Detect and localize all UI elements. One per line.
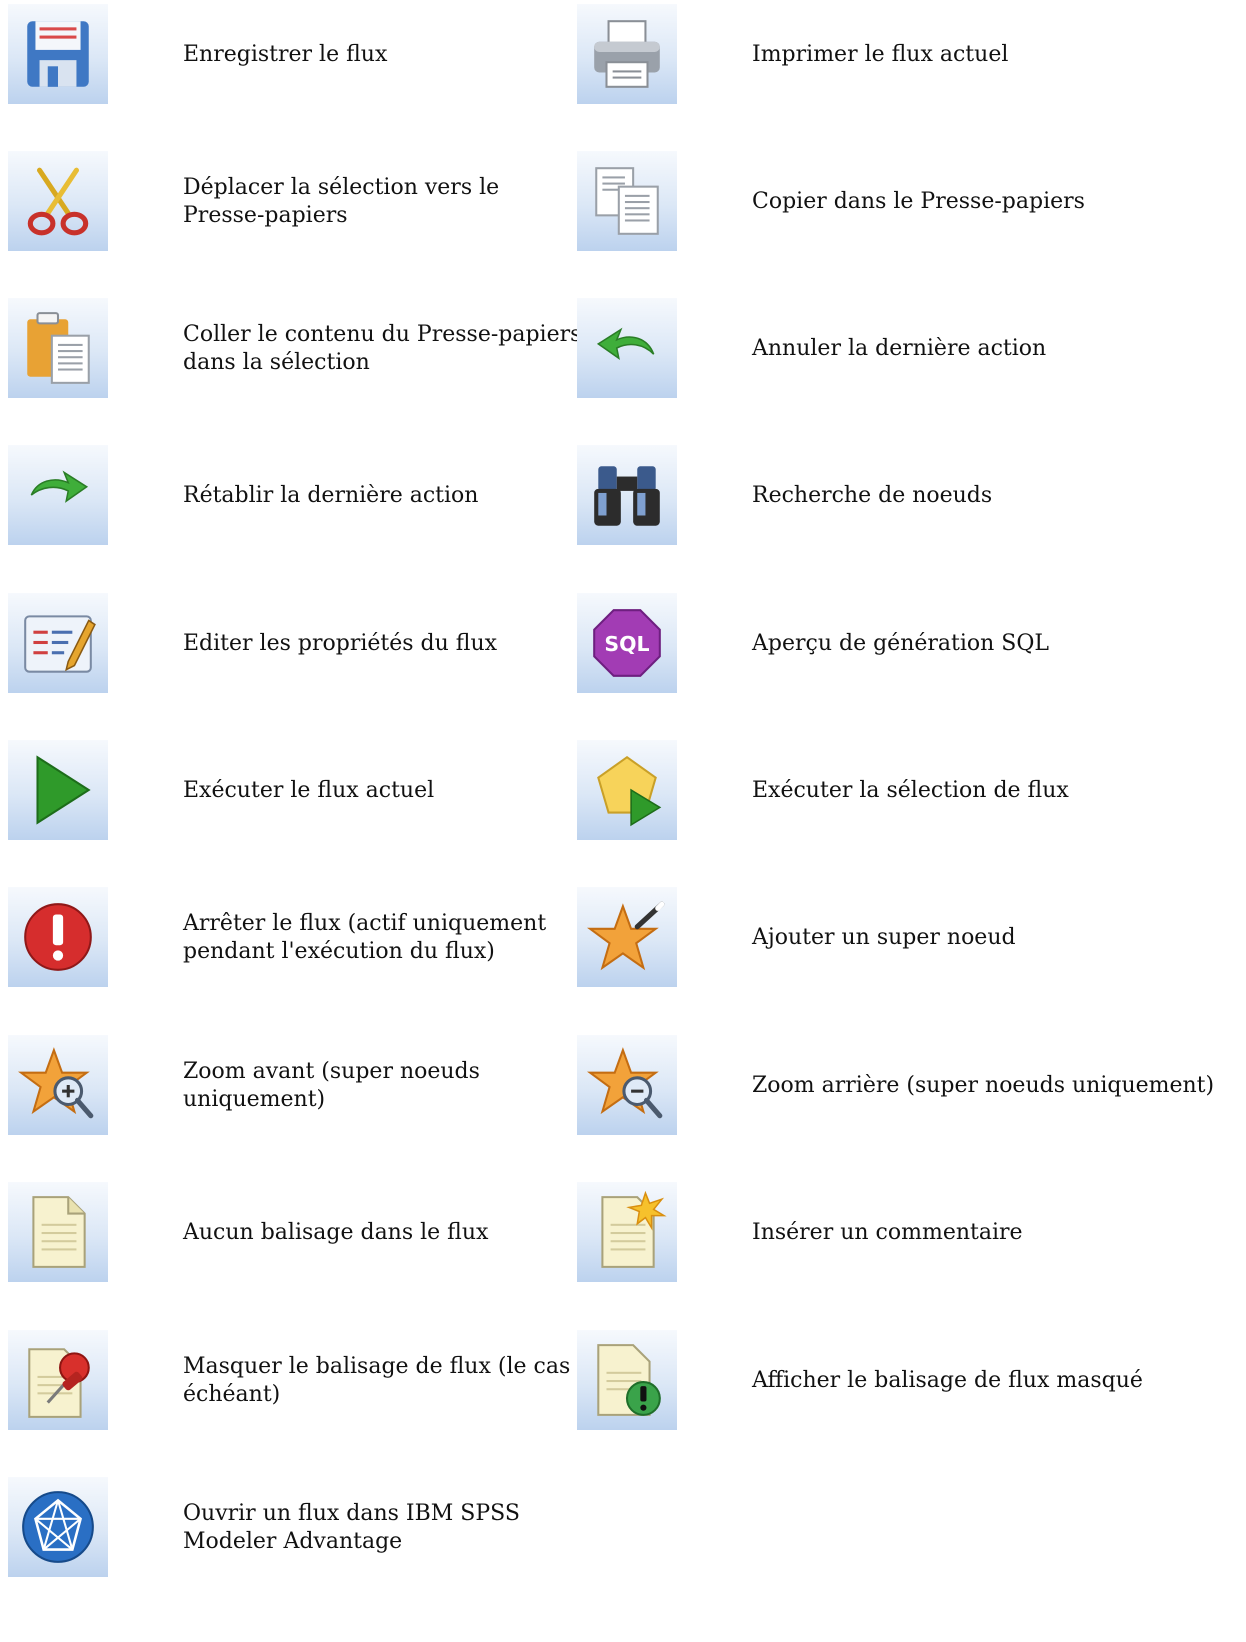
- show-markup-button[interactable]: [577, 1330, 677, 1430]
- edit-properties-label: Editer les propriétés du flux: [183, 631, 498, 656]
- zoom-out-icon: [586, 1047, 663, 1119]
- cut-item: Déplacer la sélection vers le Presse-pap…: [8, 151, 623, 253]
- binoculars-icon: [594, 466, 660, 526]
- edit-properties-button[interactable]: [8, 593, 108, 693]
- save-button[interactable]: [8, 4, 108, 104]
- cut-label: Déplacer la sélection vers le Presse-pap…: [183, 175, 500, 228]
- redo-label: Rétablir la dernière action: [183, 483, 479, 508]
- no-markup-icon: [32, 1196, 86, 1268]
- print-item: Imprimer le flux actuel: [577, 4, 1192, 106]
- run-label: Exécuter le flux actuel: [183, 778, 435, 803]
- modeler-advantage-button[interactable]: [8, 1477, 108, 1577]
- hide-markup-item: Masquer le balisage de flux (le cas éché…: [8, 1330, 623, 1432]
- redo-button[interactable]: [8, 445, 108, 545]
- sql-badge-text: SQL: [604, 632, 649, 656]
- modeler-advantage-label: Ouvrir un flux dans IBM SPSS Modeler Adv…: [183, 1501, 520, 1554]
- supernode-icon: [586, 901, 665, 971]
- run-button[interactable]: [8, 740, 108, 840]
- modeler-advantage-icon: [22, 1491, 94, 1563]
- find-nodes-item: Recherche de noeuds: [577, 445, 1192, 547]
- insert-comment-label: Insérer un commentaire: [752, 1220, 1023, 1245]
- cut-button[interactable]: [8, 151, 108, 251]
- insert-comment-icon: [601, 1191, 667, 1268]
- show-markup-label: Afficher le balisage de flux masqué: [752, 1368, 1143, 1393]
- zoom-in-label: Zoom avant (super noeuds uniquement): [183, 1059, 480, 1112]
- modeler-advantage-item: Ouvrir un flux dans IBM SPSS Modeler Adv…: [8, 1477, 623, 1579]
- no-markup-label: Aucun balisage dans le flux: [183, 1220, 489, 1245]
- zoom-out-label: Zoom arrière (super noeuds uniquement): [752, 1073, 1215, 1098]
- sql-icon: SQL: [593, 609, 661, 677]
- hide-markup-icon: [28, 1348, 90, 1418]
- copy-label: Copier dans le Presse-papiers: [752, 189, 1085, 214]
- print-label: Imprimer le flux actuel: [752, 42, 1009, 67]
- undo-icon: [596, 327, 655, 360]
- paste-label: Coller le contenu du Presse-papiers dans…: [183, 322, 582, 375]
- edit-properties-icon: [24, 615, 96, 673]
- no-markup-button[interactable]: [8, 1182, 108, 1282]
- stop-button[interactable]: [8, 887, 108, 987]
- run-selection-item: Exécuter la sélection de flux: [577, 740, 1192, 842]
- sql-preview-button[interactable]: SQL: [577, 593, 677, 693]
- undo-item: Annuler la dernière action: [577, 298, 1192, 400]
- redo-item: Rétablir la dernière action: [8, 445, 623, 547]
- paste-icon: [27, 312, 90, 384]
- find-nodes-label: Recherche de noeuds: [752, 483, 993, 508]
- add-supernode-item: Ajouter un super noeud: [577, 887, 1192, 989]
- print-icon: [594, 20, 660, 88]
- print-button[interactable]: [577, 4, 677, 104]
- add-supernode-label: Ajouter un super noeud: [752, 925, 1016, 950]
- undo-label: Annuler la dernière action: [752, 336, 1047, 361]
- run-icon: [36, 755, 91, 825]
- undo-button[interactable]: [577, 298, 677, 398]
- zoom-out-item: Zoom arrière (super noeuds uniquement): [577, 1035, 1214, 1137]
- run-selection-button[interactable]: [577, 740, 677, 840]
- hide-markup-label: Masquer le balisage de flux (le cas éché…: [183, 1354, 571, 1407]
- add-supernode-button[interactable]: [577, 887, 677, 987]
- find-nodes-button[interactable]: [577, 445, 677, 545]
- sql-preview-item: SQL Aperçu de génération SQL: [577, 593, 1192, 695]
- zoom-in-button[interactable]: [8, 1035, 108, 1135]
- run-item: Exécuter le flux actuel: [8, 740, 623, 842]
- run-selection-icon: [597, 755, 662, 827]
- cut-icon: [27, 167, 89, 236]
- zoom-in-icon: [17, 1047, 94, 1119]
- zoom-in-item: Zoom avant (super noeuds uniquement): [8, 1035, 623, 1137]
- save-item: Enregistrer le flux: [8, 4, 623, 106]
- save-label: Enregistrer le flux: [183, 42, 388, 67]
- insert-comment-item: Insérer un commentaire: [577, 1182, 1192, 1284]
- show-markup-icon: [597, 1344, 661, 1416]
- copy-button[interactable]: [577, 151, 677, 251]
- insert-comment-button[interactable]: [577, 1182, 677, 1282]
- zoom-out-button[interactable]: [577, 1035, 677, 1135]
- stop-icon: [24, 903, 92, 971]
- paste-item: Coller le contenu du Presse-papiers dans…: [8, 298, 623, 400]
- edit-properties-item: Editer les propriétés du flux: [8, 593, 623, 695]
- copy-item: Copier dans le Presse-papiers: [577, 151, 1192, 253]
- copy-icon: [595, 167, 659, 235]
- stop-label: Arrêter le flux (actif uniquement pendan…: [183, 911, 547, 964]
- stop-item: Arrêter le flux (actif uniquement pendan…: [8, 887, 623, 989]
- hide-markup-button[interactable]: [8, 1330, 108, 1430]
- paste-button[interactable]: [8, 298, 108, 398]
- sql-preview-label: Aperçu de génération SQL: [752, 631, 1050, 656]
- redo-icon: [30, 470, 89, 503]
- show-markup-item: Afficher le balisage de flux masqué: [577, 1330, 1192, 1432]
- no-markup-item: Aucun balisage dans le flux: [8, 1182, 623, 1284]
- run-selection-label: Exécuter la sélection de flux: [752, 778, 1069, 803]
- save-icon: [27, 21, 89, 87]
